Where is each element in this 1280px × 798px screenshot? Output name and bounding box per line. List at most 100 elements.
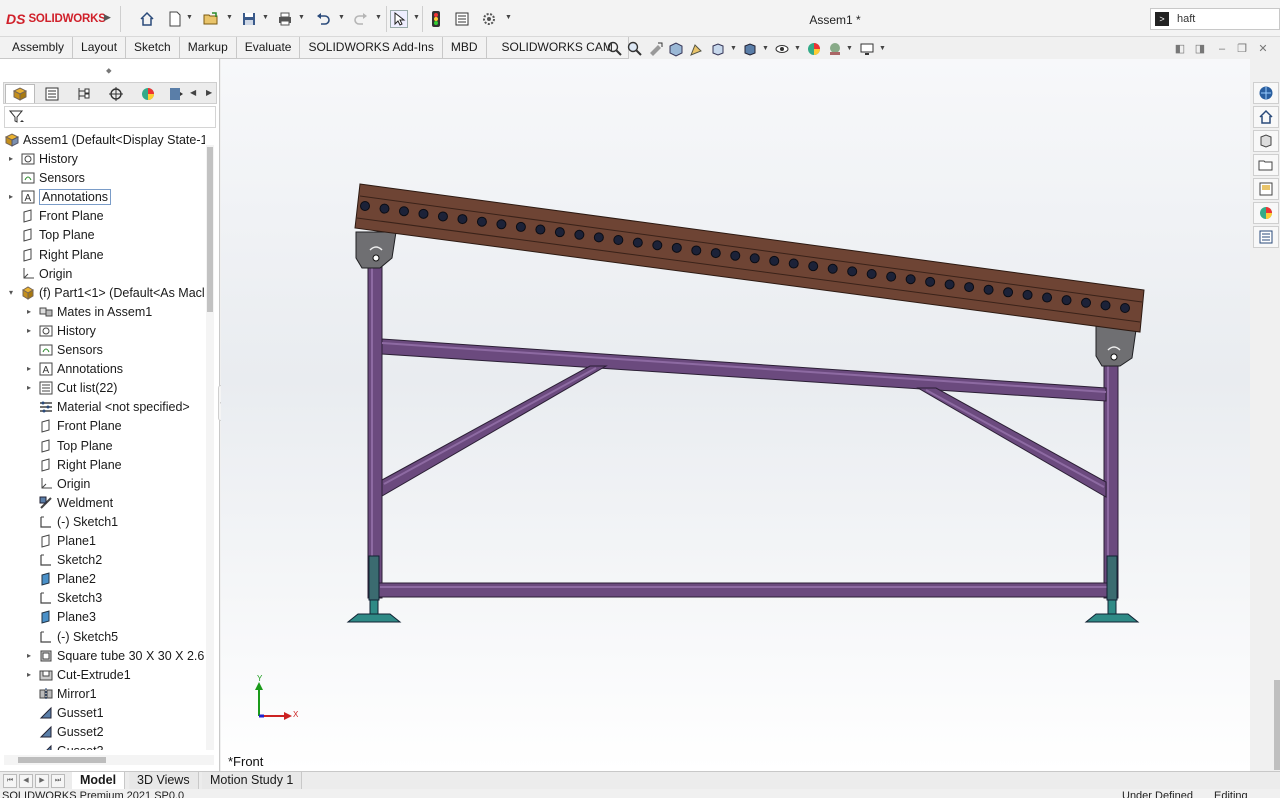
tab-configuration-manager[interactable] (69, 84, 99, 103)
tree-item[interactable]: Front Plane (6, 206, 104, 225)
tree-item[interactable]: ▸ History (6, 149, 78, 168)
home-icon[interactable] (138, 10, 156, 28)
restore-icon[interactable]: ❐ (1236, 43, 1248, 55)
tab-assembly[interactable]: Assembly (0, 37, 74, 59)
expand-arrow-icon[interactable]: ▸ (24, 364, 34, 373)
rebuild-icon[interactable] (427, 10, 445, 28)
expand-arrow-icon[interactable]: ▸ (24, 383, 34, 392)
custom-properties-icon[interactable] (1253, 226, 1279, 248)
expand-arrow-icon[interactable]: ▸ (6, 154, 16, 163)
file-properties-icon[interactable] (453, 10, 471, 28)
tab-markup[interactable]: Markup (179, 37, 237, 59)
graphics-area[interactable]: Y X (221, 59, 1250, 771)
tree-item[interactable]: Sensors (6, 168, 85, 187)
tab-scroll-right-icon[interactable]: ▶ (206, 88, 212, 97)
next-tab-icon[interactable]: ▶ (35, 774, 49, 788)
undo-dropdown-icon[interactable]: ▼ (338, 14, 345, 21)
apply-scene-dropdown-icon[interactable]: ▼ (846, 45, 853, 52)
section-view-icon[interactable] (668, 41, 684, 57)
select-icon[interactable] (390, 10, 408, 28)
tile-left-icon[interactable]: ◧ (1174, 43, 1186, 55)
tree-item[interactable]: ▸ History (24, 321, 96, 340)
scrollbar-thumb[interactable] (18, 757, 106, 763)
tree-item[interactable]: ▸ Square tube 30 X 30 X 2.6( (24, 646, 205, 665)
tab-dimxpert-manager[interactable] (101, 84, 131, 103)
design-library-icon[interactable] (1253, 130, 1279, 152)
view-orientation-dropdown-icon[interactable]: ▼ (730, 45, 737, 52)
tree-item[interactable]: ▾ (f) Part1<1> (Default<As Macl (6, 283, 205, 302)
tree-item[interactable]: ▸ Cut-Extrude1 (24, 665, 131, 684)
tree-item[interactable]: Plane2 (24, 569, 96, 588)
last-tab-icon[interactable]: ⏭ (51, 774, 65, 788)
print-icon[interactable] (276, 10, 294, 28)
tree-item[interactable]: Sketch3 (24, 588, 102, 607)
tree-vertical-scrollbar[interactable] (206, 145, 214, 750)
tree-item[interactable]: Origin (6, 264, 72, 283)
tab-sketch[interactable]: Sketch (126, 37, 180, 59)
tab-model[interactable]: Model (72, 772, 126, 790)
appearances-icon[interactable] (1253, 202, 1279, 224)
first-tab-icon[interactable]: ⏮ (3, 774, 17, 788)
view-orientation-icon[interactable] (710, 41, 726, 57)
tree-item[interactable]: Top Plane (24, 436, 113, 455)
zoom-to-area-icon[interactable] (627, 41, 643, 57)
expand-arrow-icon[interactable]: ▸ (24, 307, 34, 316)
tree-item[interactable]: Gusset1 (24, 703, 104, 722)
tree-item[interactable]: Top Plane (6, 225, 95, 244)
tree-item[interactable]: Sketch2 (24, 550, 102, 569)
close-icon[interactable]: ✕ (1257, 43, 1269, 55)
redo-icon[interactable] (352, 10, 370, 28)
tree-item[interactable]: Front Plane (24, 416, 122, 435)
redo-dropdown-icon[interactable]: ▼ (375, 14, 382, 21)
tree-item[interactable]: Right Plane (24, 455, 122, 474)
expand-arrow-icon[interactable]: ▸ (24, 651, 34, 660)
tree-item[interactable]: Material <not specified> (24, 397, 190, 416)
tree-item[interactable]: Mirror1 (24, 684, 97, 703)
expand-arrow-icon[interactable]: ▸ (6, 192, 16, 201)
tile-right-icon[interactable]: ◨ (1194, 43, 1206, 55)
zoom-to-fit-icon[interactable] (607, 41, 623, 57)
tree-item[interactable]: (-) Sketch5 (24, 627, 118, 646)
display-style-icon[interactable] (742, 41, 758, 57)
expand-arrow-icon[interactable]: ▸ (24, 326, 34, 335)
tree-horizontal-scrollbar[interactable] (4, 755, 214, 765)
model-viewport[interactable]: Y X (221, 59, 1250, 771)
scrollbar-thumb[interactable] (207, 147, 213, 312)
tree-item[interactable]: Right Plane (6, 245, 104, 264)
tree-item[interactable]: Weldment (24, 493, 113, 512)
tree-item[interactable]: Sensors (24, 340, 103, 359)
search-input[interactable]: haft (1177, 13, 1195, 25)
new-document-icon[interactable] (166, 10, 184, 28)
save-dropdown-icon[interactable]: ▼ (262, 14, 269, 21)
search-commands-box[interactable]: > haft (1150, 8, 1280, 30)
tab-solidworks-add-ins[interactable]: SOLIDWORKS Add-Ins (300, 37, 443, 59)
tab-layout[interactable]: Layout (73, 37, 127, 59)
save-icon[interactable] (240, 10, 258, 28)
tab-evaluate[interactable]: Evaluate (236, 37, 301, 59)
select-dropdown-icon[interactable]: ▼ (413, 14, 420, 21)
tree-item[interactable]: ▸ Mates in Assem1 (24, 302, 152, 321)
tab-cam-manager[interactable] (165, 84, 187, 103)
task-pane-home-icon[interactable] (1253, 106, 1279, 128)
tree-item[interactable]: Gusset2 (24, 722, 104, 741)
tree-filter[interactable] (4, 106, 216, 128)
display-style-dropdown-icon[interactable]: ▼ (762, 45, 769, 52)
menu-expand-arrow-icon[interactable]: ▶ (104, 12, 111, 23)
apply-scene-icon[interactable] (827, 41, 843, 57)
tab-motion-study-1[interactable]: Motion Study 1 (202, 772, 303, 790)
options-icon[interactable] (480, 10, 498, 28)
view-settings-dropdown-icon[interactable]: ▼ (879, 45, 886, 52)
tab-3d-views[interactable]: 3D Views (129, 772, 199, 790)
tree-root[interactable]: Assem1 (Default<Display State-1 (4, 130, 205, 149)
tree-item[interactable]: Gusset3 (24, 741, 104, 750)
expand-arrow-icon[interactable]: ▸ (24, 670, 34, 679)
tab-display-manager[interactable] (133, 84, 163, 103)
print-dropdown-icon[interactable]: ▼ (298, 14, 305, 21)
minimize-icon[interactable]: – (1216, 43, 1228, 55)
tree-item[interactable]: Plane1 (24, 531, 96, 550)
previous-tab-icon[interactable]: ◀ (19, 774, 33, 788)
right-edge-scrollbar[interactable] (1274, 680, 1280, 770)
file-explorer-icon[interactable] (1253, 154, 1279, 176)
open-dropdown-icon[interactable]: ▼ (226, 14, 233, 21)
options-dropdown-icon[interactable]: ▼ (505, 14, 512, 21)
